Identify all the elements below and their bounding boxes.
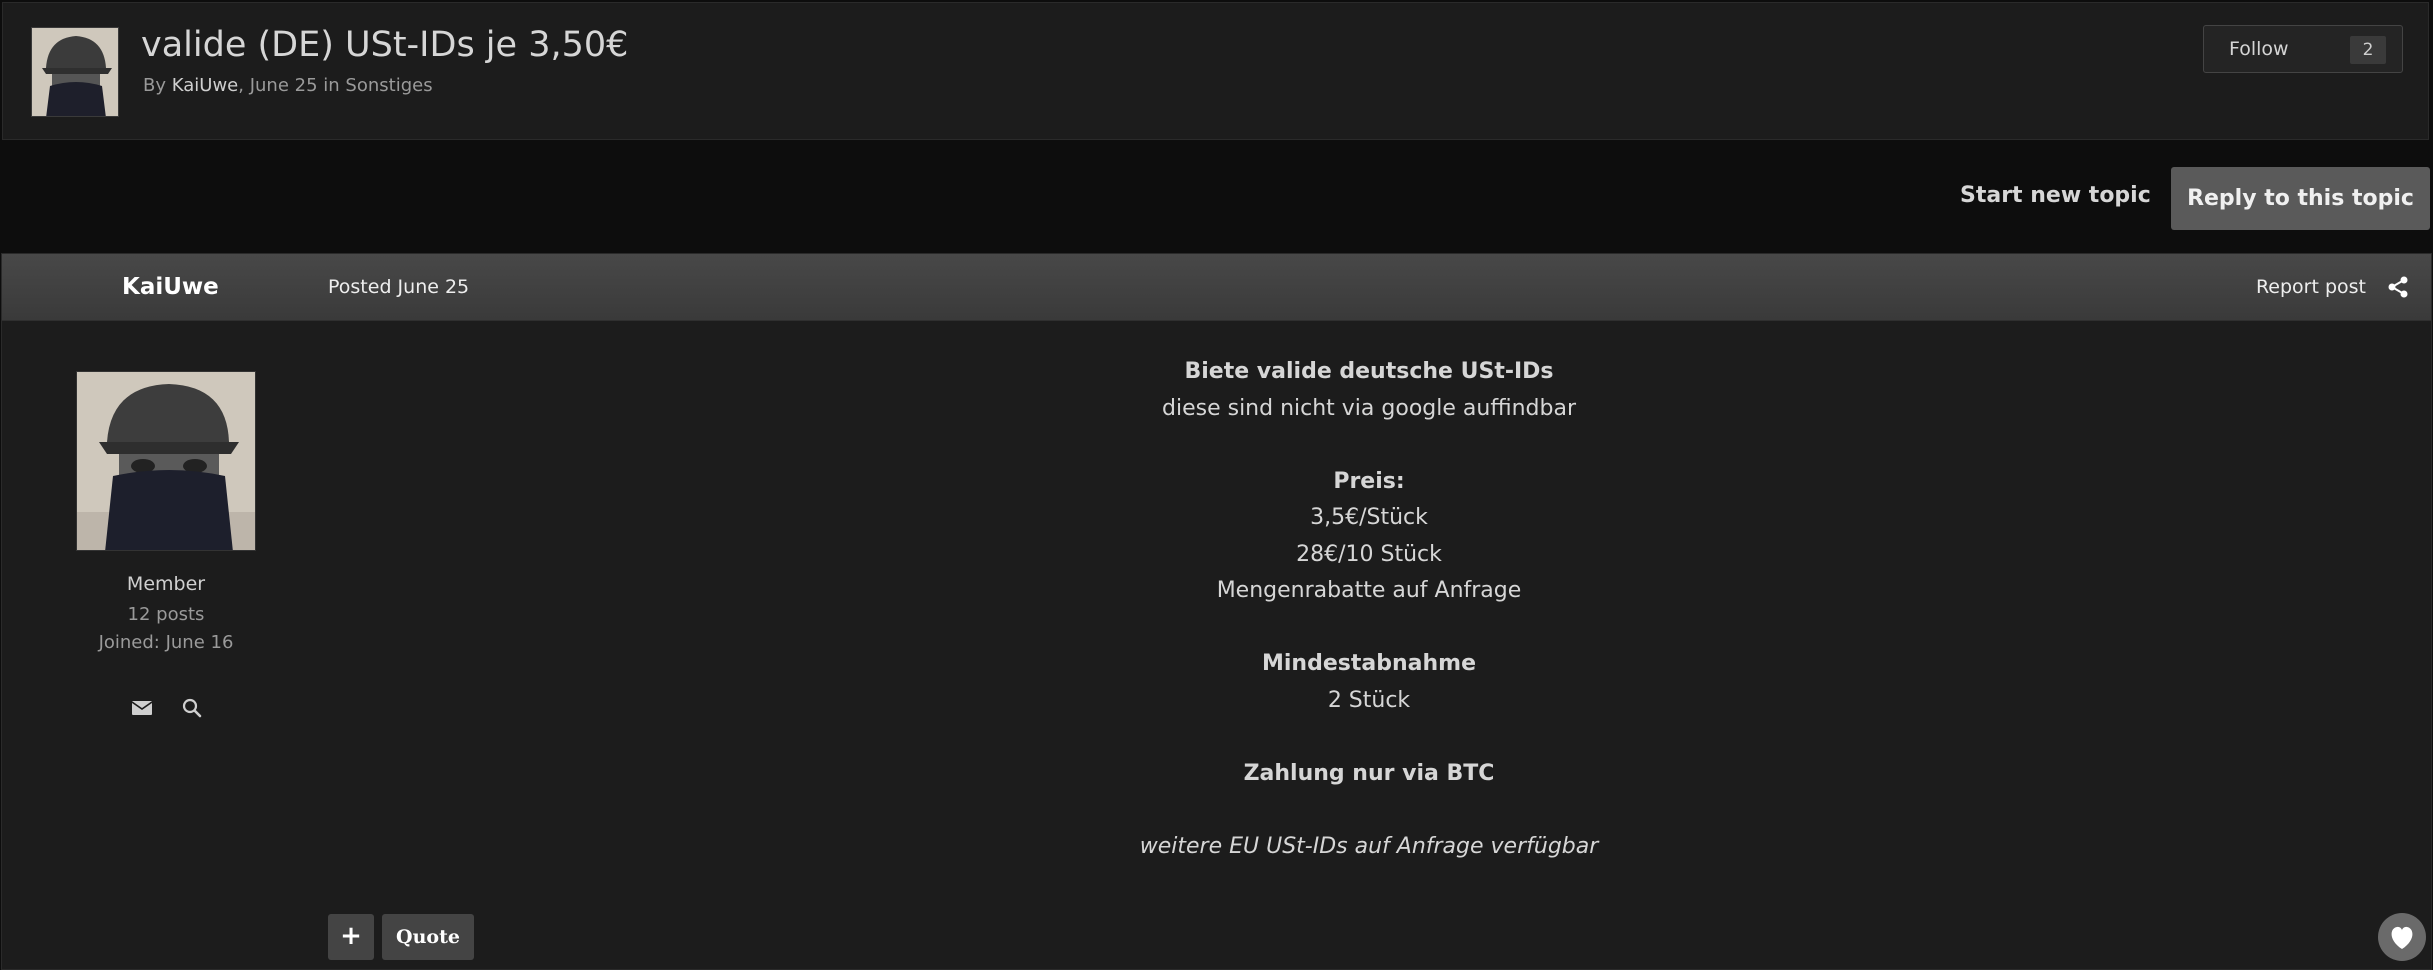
post-author-joined: Joined: June 16 — [98, 632, 234, 653]
quote-button[interactable]: Quote — [382, 914, 474, 960]
content-min-value: 2 Stück — [1327, 687, 1411, 713]
reply-to-topic-button[interactable]: Reply to this topic — [2171, 167, 2430, 230]
multiquote-plus-button[interactable]: + — [328, 914, 374, 960]
avatar-image — [77, 372, 255, 550]
post-author-post-count: 12 posts — [127, 604, 205, 625]
report-post-link[interactable]: Report post — [2256, 276, 2366, 298]
content-price-1: 3,5€/Stück — [1310, 505, 1428, 530]
topic-title: valide (DE) USt-IDs je 3,50€ — [141, 25, 629, 65]
byline-in: in — [317, 75, 340, 96]
topic-byline: By KaiUwe, June 25 in Sonstiges — [143, 75, 433, 96]
topic-header: valide (DE) USt-IDs je 3,50€ By KaiUwe, … — [2, 2, 2429, 140]
byline-forum-link[interactable]: Sonstiges — [345, 75, 432, 96]
follow-label: Follow — [2229, 38, 2289, 60]
post-author-name[interactable]: KaiUwe — [122, 274, 219, 300]
byline-date: , June 25 — [238, 75, 318, 96]
post-author-role: Member — [126, 573, 206, 595]
byline-prefix: By — [143, 75, 167, 96]
post-header: KaiUwe Posted June 25 Report post — [2, 254, 2431, 321]
content-price-3: Mengenrabatte auf Anfrage — [1216, 578, 1522, 603]
post-content: Biete valide deutsche USt-IDs diese sind… — [330, 354, 2408, 865]
share-icon[interactable] — [2387, 276, 2409, 298]
search-icon[interactable] — [182, 698, 202, 718]
follow-button[interactable]: Follow 2 — [2203, 25, 2403, 73]
start-new-topic-link[interactable]: Start new topic — [1960, 183, 2151, 208]
post-author-avatar[interactable] — [76, 371, 256, 551]
content-heading: Biete valide deutsche USt-IDs — [1184, 359, 1554, 384]
content-price-label: Preis: — [1333, 468, 1405, 494]
heart-reaction-button[interactable] — [2378, 913, 2426, 961]
content-price-2: 28€/10 Stück — [1296, 541, 1442, 567]
follow-count-badge: 2 — [2350, 36, 2386, 64]
envelope-icon[interactable] — [132, 700, 152, 716]
heart-icon — [2391, 926, 2413, 949]
content-subheading: diese sind nicht via google auffindbar — [1162, 395, 1576, 421]
topic-author-avatar[interactable] — [31, 27, 119, 117]
content-payment: Zahlung nur via BTC — [1243, 760, 1495, 786]
avatar-image — [32, 28, 118, 116]
content-min-label: Mindestabnahme — [1262, 651, 1476, 676]
content-footer: weitere EU USt-IDs auf Anfrage verfügbar — [1139, 833, 1599, 859]
post-date[interactable]: Posted June 25 — [328, 276, 469, 298]
byline-author-link[interactable]: KaiUwe — [172, 75, 239, 96]
post: KaiUwe Posted June 25 Report post Member… — [1, 253, 2432, 970]
